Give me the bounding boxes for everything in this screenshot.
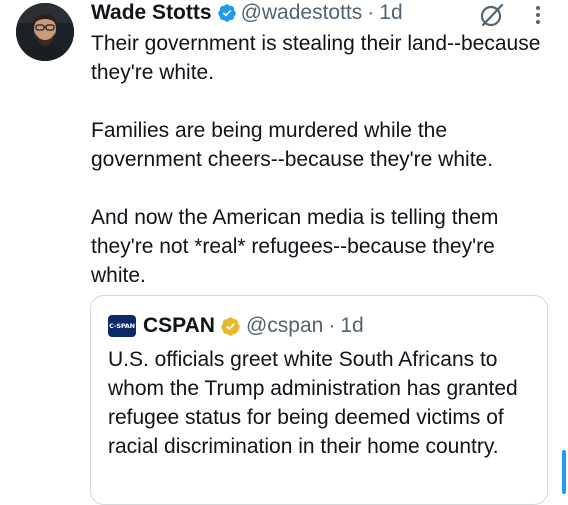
quoted-tweet-timestamp[interactable]: 1d [340,314,363,338]
quoted-header-separator: · [328,314,336,337]
more-options-icon[interactable] [534,4,542,26]
header-separator: · [367,1,375,24]
verified-badge-icon [217,4,236,22]
quoted-tweet[interactable]: C-SPAN CSPAN @cspan · 1d U.S. officials … [90,295,548,505]
quoted-author-avatar[interactable]: C-SPAN [108,315,136,337]
quoted-tweet-header: C-SPAN CSPAN @cspan · 1d [108,313,364,339]
tweet-header: Wade Stotts @wadestotts · 1d [91,0,403,26]
quoted-author-handle[interactable]: @cspan [246,314,323,338]
tweet-paragraph: Their government is stealing their land-… [91,32,541,84]
grok-icon[interactable] [479,2,505,28]
tweet[interactable]: Wade Stotts @wadestotts · 1d Their gover… [0,0,568,505]
gold-verified-badge-icon [221,316,240,336]
tweet-timestamp[interactable]: 1d [379,0,402,26]
author-name[interactable]: Wade Stotts [91,0,212,26]
tweet-paragraph: Families are being murdered while the go… [91,119,494,171]
author-avatar[interactable] [16,3,74,61]
tweet-paragraph: And now the American media is telling th… [91,206,499,287]
author-handle[interactable]: @wadestotts [241,0,363,26]
tweet-text: Their government is stealing their land-… [91,29,541,290]
quoted-tweet-text: U.S. officials greet white South African… [108,348,518,458]
quoted-author-name[interactable]: CSPAN [143,314,215,338]
scrollbar-indicator[interactable] [562,450,566,494]
